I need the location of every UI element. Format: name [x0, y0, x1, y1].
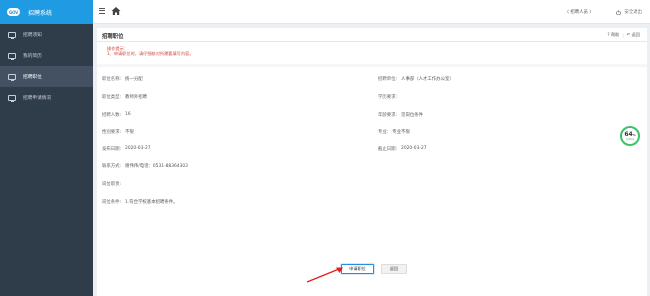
home-icon[interactable] — [111, 6, 121, 16]
main-panel: 招聘职位 ? 帮助 | ↶ 返回 操作提示： 1、申请职位时，请仔细核对所需要填… — [97, 28, 647, 296]
sidebar-item-resume[interactable]: 我的简历 — [0, 45, 93, 66]
field-label: 专业: — [378, 130, 389, 135]
field-value: 1.符合学校基本招聘条件。 — [125, 200, 178, 205]
field-contact: 联系方式: 谢伟伟/电话：0531-88364303 — [102, 163, 188, 169]
apply-button[interactable]: 申请职位 — [341, 264, 374, 274]
tips-line: 1、申请职位时，请仔细核对所需要填写内容。 — [107, 51, 194, 57]
separator: | — [622, 32, 624, 38]
sidebar-item-label: 我的简历 — [23, 53, 42, 59]
back-link[interactable]: ↶ 返回 — [627, 32, 640, 38]
field-publish-date: 发布日期: 2020-03-27 — [102, 146, 151, 152]
field-value: 专业不限 — [392, 130, 410, 135]
panel-actions: ? 帮助 | ↶ 返回 — [607, 32, 640, 38]
field-deadline: 截止日期: 2020-03-27 — [378, 146, 427, 152]
annotation-arrow — [306, 267, 343, 283]
sidebar-item-label: 招聘申请情况 — [23, 95, 52, 101]
field-label: 招聘单位: — [378, 77, 398, 82]
tips-box: 操作提示： 1、申请职位时，请仔细核对所需要填写内容。 — [107, 46, 193, 57]
field-label: 发布日期: — [102, 147, 122, 152]
help-label: 帮助 — [610, 32, 620, 37]
brand-title: 招聘系统 — [28, 9, 53, 17]
network-gauge-widget[interactable]: 64% 0.4K/s — [620, 126, 640, 146]
power-icon — [616, 9, 622, 15]
sidebar: GOV 招聘系统 招聘须知 我的简历 招聘职位 招聘申请情况 — [0, 0, 93, 296]
field-major: 专业: 专业不限 — [378, 129, 410, 135]
brand-logo: GOV — [7, 8, 20, 16]
field-label: 职位类型: — [102, 95, 122, 100]
field-label: 学历要求: — [378, 95, 398, 100]
logout-label: 安全退出 — [624, 10, 642, 15]
brand-header[interactable]: GOV 招聘系统 — [0, 0, 93, 24]
logout-button[interactable]: 安全退出 — [616, 9, 642, 15]
monitor-icon — [8, 31, 16, 39]
back-label: 返回 — [631, 32, 640, 37]
back-arrow-icon: ↶ — [626, 32, 631, 37]
field-label: 招聘人数: — [102, 113, 122, 118]
sidebar-item-applications[interactable]: 招聘申请情况 — [0, 87, 93, 108]
monitor-icon — [8, 52, 16, 60]
sidebar-item-notice[interactable]: 招聘须知 — [0, 24, 93, 45]
field-value: 2020-03-27 — [401, 146, 427, 151]
panel-header: 招聘职位 ? 帮助 | ↶ 返回 — [97, 28, 647, 42]
monitor-icon — [8, 94, 16, 102]
section-divider — [97, 64, 647, 67]
field-value: 人事部（人才工作办公室） — [401, 77, 454, 82]
field-value: 见岗位条件 — [401, 113, 424, 118]
field-label: 年龄要求: — [378, 113, 398, 118]
field-value: 2020-03-27 — [125, 146, 151, 151]
back-button[interactable]: 返回 — [381, 264, 407, 274]
sidebar-item-label: 招聘职位 — [23, 74, 42, 80]
field-value: 16 — [125, 112, 131, 117]
monitor-icon — [8, 73, 16, 81]
field-label: 性别要求: — [102, 130, 122, 135]
gauge-speed: 0.4K/s — [625, 137, 635, 141]
field-duty: 岗位职责: — [102, 181, 125, 187]
sidebar-item-positions[interactable]: 招聘职位 — [0, 66, 93, 87]
field-value: 谢伟伟/电话：0531-88364303 — [125, 164, 188, 169]
field-education: 学历要求: — [378, 94, 401, 100]
help-icon: ? — [607, 32, 610, 37]
sidebar-item-label: 招聘须知 — [23, 32, 42, 38]
field-gender: 性别要求: 不限 — [102, 129, 134, 135]
field-unit: 招聘单位: 人事部（人才工作办公室） — [378, 76, 454, 82]
field-age: 年龄要求: 见岗位条件 — [378, 112, 423, 118]
field-label: 岗位条件: — [102, 200, 122, 205]
field-value: 统一分配 — [125, 77, 143, 82]
field-label: 联系方式: — [102, 164, 122, 169]
field-label: 截止日期: — [378, 147, 398, 152]
field-label: 职位名称: — [102, 77, 122, 82]
field-position-type: 职位类型: 教师外招聘 — [102, 94, 147, 100]
page-title: 招聘职位 — [102, 34, 124, 40]
field-count: 招聘人数: 16 — [102, 112, 131, 118]
help-link[interactable]: ? 帮助 — [607, 32, 619, 38]
field-position-name: 职位名称: 统一分配 — [102, 76, 143, 82]
field-requirement: 岗位条件: 1.符合学校基本招聘条件。 — [102, 199, 178, 205]
topbar: ( 招聘人员 ) 安全退出 — [93, 0, 650, 24]
menu-icon[interactable] — [99, 8, 105, 14]
field-value: 教师外招聘 — [125, 95, 148, 100]
field-value: 不限 — [125, 130, 134, 135]
current-user: ( 招聘人员 ) — [567, 10, 591, 15]
field-label: 岗位职责: — [102, 182, 122, 187]
